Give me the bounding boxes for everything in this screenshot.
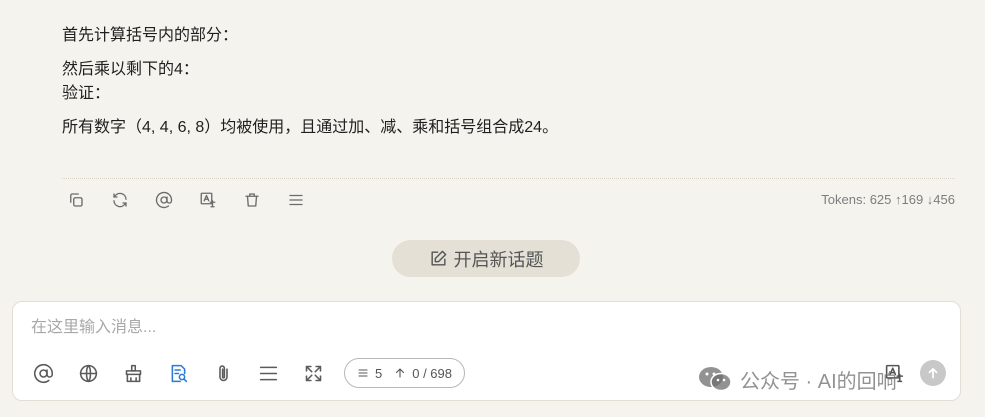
watermark: 公众号 · AI的回响 — [698, 364, 897, 394]
message-line: 然后乘以剩下的4： — [62, 61, 199, 78]
delete-icon — [245, 193, 259, 207]
knowledge-base-button[interactable] — [164, 359, 192, 387]
copy-icon — [70, 193, 83, 207]
attach-file-button[interactable] — [209, 359, 237, 387]
mention-button[interactable] — [150, 186, 178, 214]
more-menu-button[interactable] — [282, 186, 310, 214]
composer-toolbar: 5 0 / 698 — [29, 358, 465, 388]
edit-icon — [430, 250, 446, 266]
message-divider — [62, 178, 955, 179]
clear-context-button[interactable] — [119, 359, 147, 387]
wechat-icon — [699, 367, 732, 392]
mention-model-button[interactable] — [29, 359, 57, 387]
mention-icon — [33, 363, 53, 383]
list-icon — [358, 369, 368, 377]
globe-icon — [79, 364, 97, 382]
delete-button[interactable] — [238, 186, 266, 214]
translate-button[interactable] — [194, 186, 222, 214]
assistant-message: 首先计算括号内的部分： 然后乘以剩下的4： 验证： 所有数字（4, 4, 6, … — [62, 24, 955, 140]
translate-icon — [200, 192, 216, 208]
chat-page: 首先计算括号内的部分： 然后乘以剩下的4： 验证： 所有数字（4, 4, 6, … — [0, 0, 985, 417]
paperclip-icon — [218, 364, 228, 381]
new-topic-button[interactable]: 开启新话题 — [392, 240, 580, 277]
divider-icon — [259, 366, 277, 380]
context-count: 5 — [375, 365, 383, 381]
token-usage: Tokens: 625 ↑169 ↓456 — [821, 192, 955, 207]
send-arrow-icon — [928, 368, 938, 379]
regenerate-icon — [113, 192, 127, 208]
fullscreen-button[interactable] — [299, 359, 327, 387]
mention-icon — [155, 191, 173, 209]
message-input[interactable] — [31, 316, 931, 340]
message-actions — [62, 186, 326, 214]
watermark-text: 公众号 · AI的回响 — [740, 370, 897, 393]
menu-icon — [289, 194, 303, 206]
token-count: 0 / 698 — [412, 365, 452, 381]
new-topic-label: 开启新话题 — [453, 249, 544, 270]
send-button[interactable] — [920, 360, 946, 386]
web-search-button[interactable] — [74, 359, 102, 387]
regenerate-button[interactable] — [106, 186, 134, 214]
message-line: 验证： — [62, 85, 111, 102]
broom-icon — [125, 364, 141, 382]
message-line: 首先计算括号内的部分： — [62, 27, 239, 44]
expand-icon — [305, 365, 321, 381]
message-line: 所有数字（4, 4, 6, 8）均被使用，且通过加、减、乘和括号组合成24。 — [62, 119, 559, 136]
knowledge-search-icon — [171, 364, 187, 382]
arrow-up-icon — [396, 368, 405, 378]
copy-button[interactable] — [62, 186, 90, 214]
divider-button[interactable] — [254, 359, 282, 387]
context-token-pill[interactable]: 5 0 / 698 — [344, 358, 465, 388]
